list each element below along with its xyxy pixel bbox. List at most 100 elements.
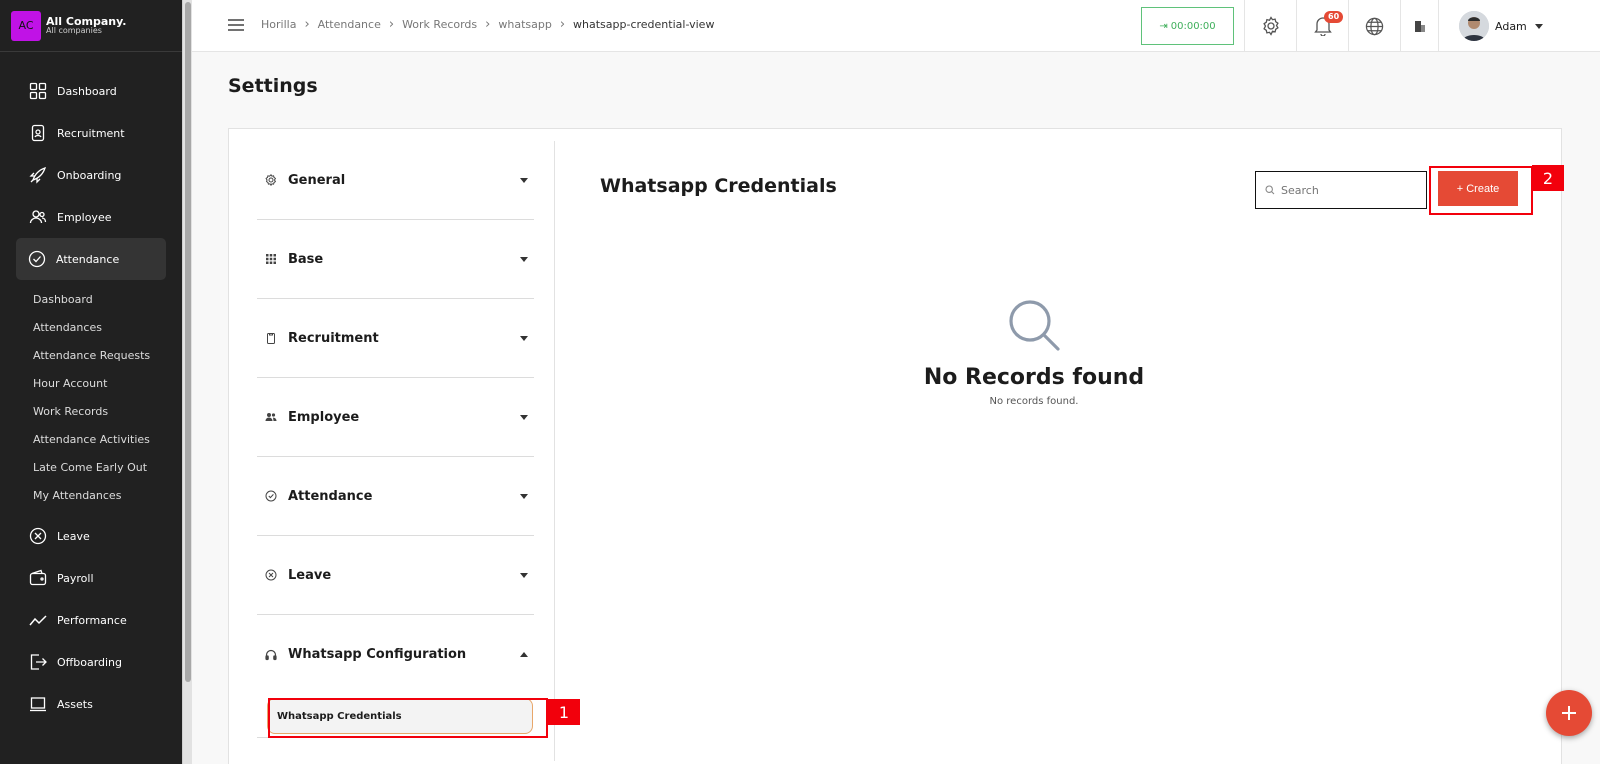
- submenu-item-late-come-early-out[interactable]: Late Come Early Out: [0, 453, 182, 481]
- recruitment-icon: [31, 124, 45, 142]
- sidebar-item-dashboard[interactable]: Dashboard: [0, 70, 182, 112]
- sidebar-item-label: Dashboard: [57, 84, 117, 98]
- search-icon: [1265, 185, 1275, 195]
- sidebar-item-onboarding[interactable]: Onboarding: [0, 154, 182, 196]
- building-icon: [1414, 21, 1425, 32]
- sidebar-item-offboarding[interactable]: Offboarding: [0, 641, 182, 683]
- breadcrumb-item[interactable]: whatsapp: [498, 18, 551, 31]
- sidebar: AC All Company. All companies Dashboard …: [0, 0, 182, 764]
- sidebar-item-label: Attendance: [56, 252, 120, 266]
- breadcrumb-item[interactable]: Attendance: [318, 18, 381, 31]
- empty-text: No records found.: [989, 396, 1079, 407]
- breadcrumb-item[interactable]: Horilla: [261, 18, 296, 31]
- clipboard-icon: [267, 333, 275, 344]
- submenu-item-my-attendances[interactable]: My Attendances: [0, 481, 182, 509]
- panel-divider: [554, 141, 555, 761]
- sidebar-item-label: Payroll: [57, 571, 94, 585]
- sidebar-scrollbar[interactable]: [182, 0, 192, 764]
- settings-section-general[interactable]: General: [257, 141, 534, 220]
- sidebar-item-attendance[interactable]: Attendance: [16, 238, 166, 280]
- settings-section-whatsapp-configuration[interactable]: Whatsapp Configuration: [257, 615, 534, 694]
- sidebar-item-label: Leave: [57, 529, 90, 543]
- section-label: Recruitment: [288, 330, 379, 346]
- language-button[interactable]: [1348, 0, 1400, 52]
- people-icon: [265, 413, 277, 421]
- section-label: Leave: [288, 567, 332, 583]
- settings-section-leave[interactable]: Leave: [257, 536, 534, 615]
- sidebar-item-label: Offboarding: [57, 655, 123, 669]
- submenu-item-work-records[interactable]: Work Records: [0, 397, 182, 425]
- section-label: Employee: [288, 409, 360, 425]
- page-title: Settings: [228, 75, 318, 97]
- submenu-item-attendance-requests[interactable]: Attendance Requests: [0, 341, 182, 369]
- chevron-down-icon: [520, 572, 528, 578]
- breadcrumb-item[interactable]: Work Records: [402, 18, 477, 31]
- submenu-item-hour-account[interactable]: Hour Account: [0, 369, 182, 397]
- sidebar-item-leave[interactable]: Leave: [0, 515, 182, 557]
- chevron-up-icon: [520, 652, 528, 657]
- sidebar-item-recruitment[interactable]: Recruitment: [0, 112, 182, 154]
- company-subtitle: All companies: [46, 26, 102, 36]
- user-name: Adam: [1495, 19, 1527, 33]
- sidebar-item-performance[interactable]: Performance: [0, 599, 182, 641]
- breadcrumb: Horilla › Attendance › Work Records › whats…: [261, 17, 714, 32]
- section-title: Whatsapp Credentials: [600, 175, 837, 197]
- sidebar-item-employee[interactable]: Employee: [0, 196, 182, 238]
- chevron-right-icon: ›: [388, 17, 395, 32]
- submenu-item-attendance-activities[interactable]: Attendance Activities: [0, 425, 182, 453]
- section-label: Whatsapp Configuration: [288, 647, 467, 662]
- settings-section-attendance[interactable]: Attendance: [257, 457, 534, 536]
- globe-icon: [1365, 17, 1384, 35]
- x-circle-icon: [265, 569, 277, 581]
- clock-in-icon: ⇥: [1159, 20, 1168, 32]
- settings-panel: General Base Recruitment Employee Attend…: [228, 128, 1562, 764]
- chevron-down-icon: [1534, 23, 1543, 29]
- chevron-down-icon: [520, 256, 528, 262]
- submenu-item-attendances[interactable]: Attendances: [0, 313, 182, 341]
- sidebar-item-label: Recruitment: [57, 126, 125, 140]
- topbar: Horilla › Attendance › Work Records › whats…: [192, 0, 1600, 52]
- chevron-down-icon: [520, 335, 528, 341]
- notifications-button[interactable]: 60: [1296, 0, 1348, 52]
- search-box[interactable]: [1255, 171, 1427, 209]
- rocket-icon: [29, 166, 47, 184]
- empty-state: No Records found No records found.: [884, 297, 1184, 407]
- x-circle-icon: [29, 527, 47, 545]
- annotation-box-1: [268, 698, 548, 738]
- company-switcher[interactable]: AC All Company. All companies: [0, 0, 182, 52]
- submenu-item-dashboard[interactable]: Dashboard: [0, 285, 182, 313]
- chevron-down-icon: [520, 493, 528, 499]
- menu-icon[interactable]: [228, 19, 244, 31]
- wallet-icon: [29, 569, 47, 586]
- scrollbar-thumb[interactable]: [185, 2, 191, 682]
- sidebar-item-payroll[interactable]: Payroll: [0, 557, 182, 599]
- plus-icon: [1562, 706, 1576, 720]
- sidebar-item-label: Onboarding: [57, 168, 122, 182]
- chevron-right-icon: ›: [559, 17, 566, 32]
- search-icon: [1009, 300, 1060, 351]
- breadcrumb-current: whatsapp-credential-view: [573, 18, 715, 31]
- user-menu[interactable]: Adam: [1438, 0, 1600, 52]
- settings-section-base[interactable]: Base: [257, 220, 534, 299]
- sidebar-item-label: Employee: [57, 210, 112, 224]
- chevron-right-icon: ›: [304, 17, 310, 32]
- gear-icon: [265, 174, 277, 186]
- annotation-box-2: [1429, 166, 1533, 215]
- quick-add-button[interactable]: [1546, 690, 1592, 736]
- chevron-down-icon: [520, 414, 528, 420]
- settings-section-employee[interactable]: Employee: [257, 378, 534, 457]
- clock-in-timer[interactable]: ⇥ 00:00:00: [1141, 7, 1234, 45]
- headset-icon: [265, 649, 277, 660]
- avatar: [1459, 11, 1489, 41]
- sidebar-item-assets[interactable]: Assets: [0, 683, 182, 725]
- settings-button[interactable]: [1244, 0, 1296, 52]
- settings-section-recruitment[interactable]: Recruitment: [257, 299, 534, 378]
- check-circle-icon: [265, 490, 277, 502]
- section-label: Base: [288, 251, 324, 267]
- company-logo: AC: [11, 10, 41, 41]
- company-button[interactable]: [1400, 0, 1438, 52]
- search-input[interactable]: [1281, 183, 1421, 197]
- check-circle-icon: [28, 250, 46, 268]
- empty-title: No Records found: [923, 365, 1145, 390]
- attendance-submenu: Dashboard Attendances Attendance Request…: [0, 280, 182, 515]
